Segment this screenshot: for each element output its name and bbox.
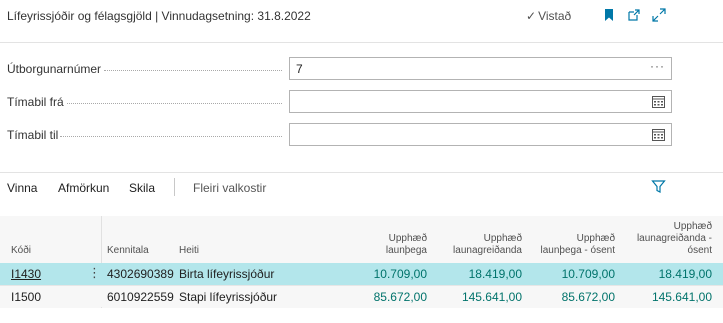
funds-table: Kóði Kennitala Heiti Upphæð launþega Upph…: [0, 216, 723, 308]
table-row[interactable]: I1430 ⋮ 4302690389 Birta lífeyrissjóður …: [0, 263, 723, 285]
id-cell: 4302690389: [107, 267, 174, 281]
row-actions-icon[interactable]: ⋮: [88, 266, 101, 280]
column-header-id[interactable]: Kennitala: [107, 216, 177, 262]
leader-dots: [104, 70, 282, 71]
wage-unsent-cell[interactable]: 85.672,00: [527, 290, 615, 304]
name-cell: Birta lífeyrissjóður: [179, 267, 275, 281]
open-new-window-icon[interactable]: [626, 7, 642, 23]
filter-icon[interactable]: [651, 179, 666, 194]
employer-amount-cell[interactable]: 18.419,00: [430, 267, 522, 281]
wage-amount-cell[interactable]: 10.709,00: [330, 267, 427, 281]
action-divider: [174, 178, 175, 196]
saved-status: ✓ Vistað: [526, 9, 571, 23]
payout-number-label: Útborgunarnúmer: [7, 62, 102, 76]
id-cell: 6010922559: [107, 290, 174, 304]
page-header: Lífeyrissjóðir og félagsgjöld | Vinnudag…: [0, 0, 723, 32]
saved-label: Vistað: [538, 9, 572, 23]
period-to-field[interactable]: [289, 123, 672, 146]
period-from-label: Tímabil frá: [7, 95, 64, 109]
header-divider: [0, 42, 723, 43]
page-title: Lífeyrissjóðir og félagsgjöld | Vinnudag…: [7, 9, 311, 23]
column-header-code[interactable]: Kóði: [11, 216, 71, 262]
code-cell[interactable]: I1500: [11, 290, 41, 304]
expand-icon[interactable]: [651, 7, 667, 23]
period-from-row: Tímabil frá: [0, 90, 723, 114]
more-options-button[interactable]: Fleiri valkostir: [193, 181, 266, 195]
period-from-field[interactable]: [289, 90, 672, 113]
payout-number-value: 7: [296, 62, 303, 76]
employer-amount-cell[interactable]: 145.641,00: [430, 290, 522, 304]
column-header-wage-unsent[interactable]: Upphæð launþega - ósent: [527, 216, 615, 262]
payout-number-field[interactable]: 7 ···: [289, 57, 672, 80]
name-cell: Stapi lífeyrissjóður: [179, 290, 278, 304]
employer-unsent-cell[interactable]: 18.419,00: [618, 267, 712, 281]
table-row[interactable]: I1500 6010922559 Stapi lífeyrissjóður 85…: [0, 285, 723, 307]
leader-dots: [60, 136, 282, 137]
vinna-button[interactable]: Vinna: [7, 181, 37, 195]
bookmark-icon[interactable]: [601, 7, 617, 23]
payout-number-row: Útborgunarnúmer 7 ···: [0, 57, 723, 81]
column-header-name[interactable]: Heiti: [179, 216, 259, 262]
column-header-employer-amount[interactable]: Upphæð launagreiðanda: [430, 216, 522, 262]
lookup-ellipsis-icon[interactable]: ···: [650, 59, 665, 73]
leader-dots: [67, 103, 282, 104]
column-header-wage-amount[interactable]: Upphæð launþega: [330, 216, 427, 262]
calendar-icon[interactable]: [652, 128, 665, 141]
employer-unsent-cell[interactable]: 145.641,00: [618, 290, 712, 304]
column-header-employer-unsent[interactable]: Upphæð launagreiðanda - ósent: [618, 216, 712, 262]
wage-unsent-cell[interactable]: 10.709,00: [527, 267, 615, 281]
wage-amount-cell[interactable]: 85.672,00: [330, 290, 427, 304]
afmorkun-button[interactable]: Afmörkun: [58, 181, 109, 195]
skila-button[interactable]: Skila: [129, 181, 155, 195]
calendar-icon[interactable]: [652, 95, 665, 108]
action-bar: Vinna Afmörkun Skila Fleiri valkostir: [0, 172, 723, 202]
period-to-label: Tímabil til: [7, 128, 59, 142]
code-cell[interactable]: I1430: [11, 267, 41, 281]
check-icon: ✓: [526, 9, 537, 23]
period-to-row: Tímabil til: [0, 123, 723, 147]
